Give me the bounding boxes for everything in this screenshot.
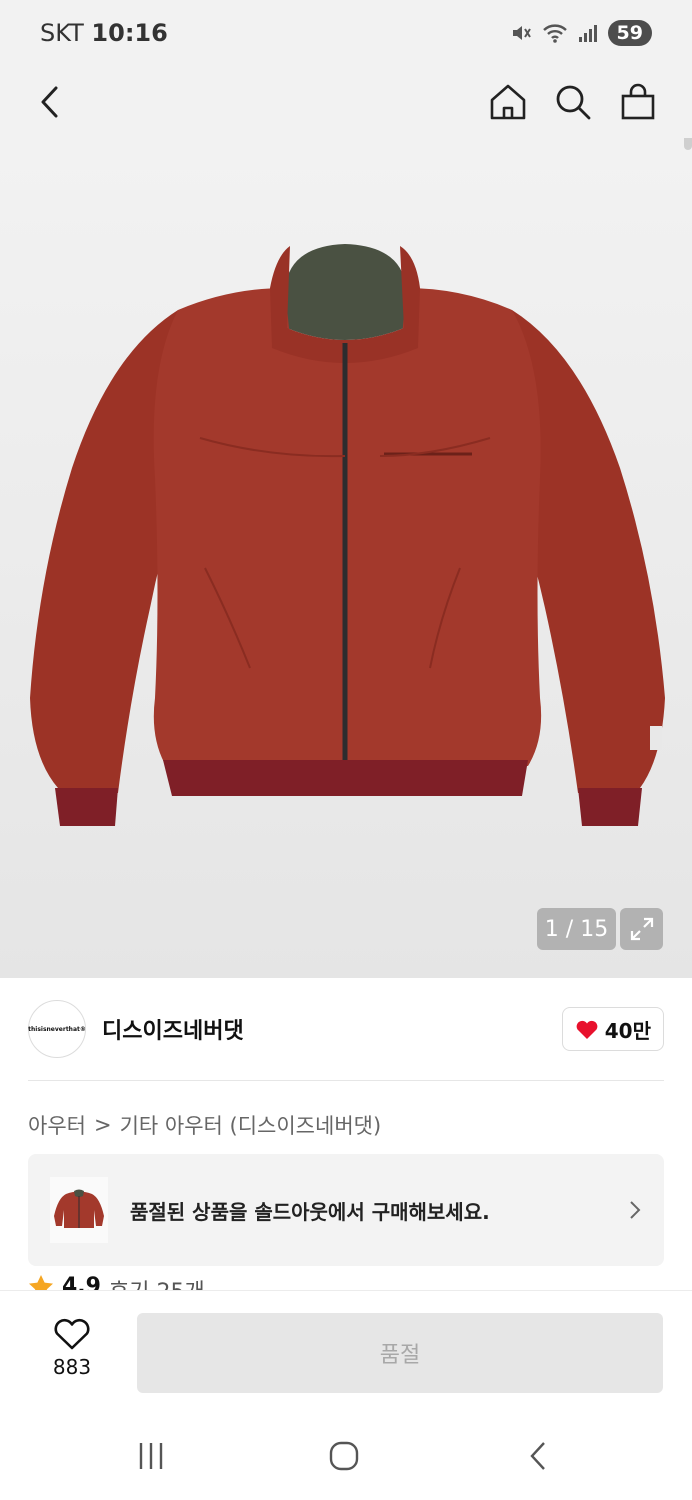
banner-thumbnail bbox=[50, 1177, 108, 1243]
search-icon bbox=[556, 85, 591, 120]
status-bar: SKT 10:16 59 bbox=[0, 0, 692, 66]
image-counter: 1 / 15 bbox=[537, 908, 616, 950]
bottom-action-bar: 883 품절 bbox=[0, 1290, 692, 1412]
brand-row: thisisneverthat® 디스이즈네버댓 40만 bbox=[28, 998, 664, 1060]
cart-button[interactable] bbox=[616, 80, 660, 124]
shopping-bag-icon bbox=[621, 83, 655, 120]
signal-icon bbox=[578, 25, 597, 42]
back-arrow-icon bbox=[41, 86, 58, 118]
system-navigation-bar bbox=[0, 1412, 692, 1500]
brand-like-count: 40만 bbox=[604, 1018, 651, 1043]
soldout-button[interactable]: 품절 bbox=[137, 1313, 663, 1393]
wishlist-count: 883 bbox=[52, 1355, 92, 1379]
brand-logo[interactable]: thisisneverthat® bbox=[28, 1000, 86, 1058]
search-button[interactable] bbox=[551, 80, 595, 124]
product-image-gallery[interactable]: 1 / 15 bbox=[0, 138, 692, 978]
brand-name[interactable]: 디스이즈네버댓 bbox=[102, 1013, 244, 1045]
brand-like-button[interactable]: 40만 bbox=[561, 1007, 664, 1051]
scrollbar[interactable] bbox=[684, 138, 692, 150]
home-button[interactable] bbox=[486, 80, 530, 124]
recent-apps-button[interactable] bbox=[131, 1438, 171, 1474]
expand-button[interactable] bbox=[620, 908, 663, 950]
home-circle-icon bbox=[329, 1441, 359, 1471]
back-button[interactable] bbox=[28, 80, 72, 124]
breadcrumb-category[interactable]: 아우터 bbox=[28, 1110, 86, 1140]
brand-logo-text: thisisneverthat® bbox=[28, 1025, 86, 1033]
divider bbox=[28, 1080, 664, 1081]
chevron-right-icon bbox=[630, 1201, 641, 1219]
heart-outline-icon bbox=[54, 1318, 90, 1350]
recent-apps-icon bbox=[139, 1443, 163, 1469]
system-back-icon bbox=[530, 1442, 545, 1470]
wishlist-button[interactable]: 883 bbox=[44, 1317, 100, 1379]
wifi-icon bbox=[542, 24, 567, 43]
product-image-jacket bbox=[30, 244, 665, 826]
home-system-button[interactable] bbox=[324, 1438, 364, 1474]
soldout-banner[interactable]: 품절된 상품을 솔드아웃에서 구매해보세요. bbox=[28, 1154, 664, 1266]
mute-icon bbox=[512, 26, 531, 40]
top-navigation bbox=[0, 66, 692, 138]
carrier-label: SKT bbox=[40, 19, 84, 47]
home-icon bbox=[490, 84, 526, 120]
breadcrumb-subcategory[interactable]: 기타 아우터 (디스이즈네버댓) bbox=[120, 1110, 382, 1140]
jacket-thumbnail-image bbox=[54, 1189, 104, 1228]
clock-time: 10:16 bbox=[91, 19, 168, 47]
battery-indicator: 59 bbox=[607, 20, 652, 46]
breadcrumb: 아우터 > 기타 아우터 (디스이즈네버댓) bbox=[28, 1110, 381, 1140]
breadcrumb-separator: > bbox=[93, 1113, 112, 1137]
expand-icon bbox=[630, 917, 653, 941]
soldout-banner-text: 품절된 상품을 솔드아웃에서 구매해보세요. bbox=[130, 1199, 490, 1224]
system-back-button[interactable] bbox=[518, 1438, 558, 1474]
heart-filled-icon bbox=[576, 1020, 598, 1039]
